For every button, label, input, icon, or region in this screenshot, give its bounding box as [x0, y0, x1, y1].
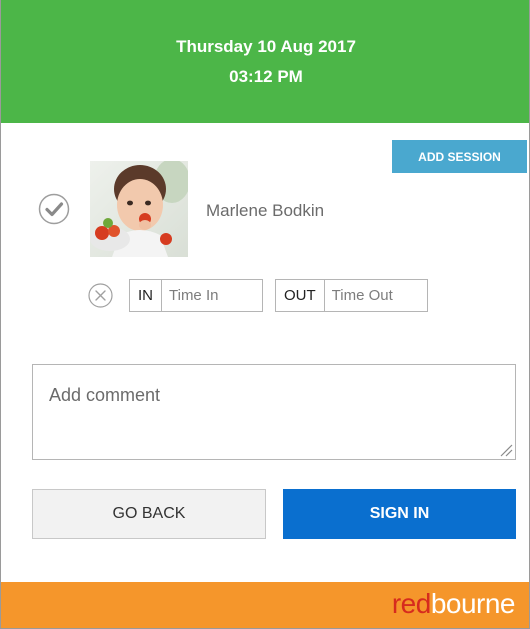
header-bar: Thursday 10 Aug 2017 03:12 PM [1, 0, 529, 123]
time-in-label: IN [130, 280, 162, 311]
header-date: Thursday 10 Aug 2017 [176, 37, 356, 56]
comment-field[interactable] [32, 364, 516, 460]
time-out-label: OUT [276, 280, 325, 311]
go-back-button[interactable]: GO BACK [32, 489, 266, 539]
sign-in-panel: Thursday 10 Aug 2017 03:12 PM ADD SESSIO… [0, 0, 530, 629]
header-time: 03:12 PM [229, 67, 303, 86]
resize-handle-icon[interactable] [499, 443, 513, 457]
add-session-button[interactable]: ADD SESSION [392, 140, 527, 173]
redbourne-logo: redbourne [391, 588, 516, 620]
time-in-group: IN [129, 279, 263, 312]
footer-bar: redbourne [1, 582, 529, 628]
time-out-group: OUT [275, 279, 428, 312]
x-circle-icon[interactable] [88, 283, 113, 308]
time-out-input[interactable] [324, 280, 427, 311]
logo-red-part: red [391, 588, 431, 619]
time-in-input[interactable] [162, 280, 262, 311]
check-circle-icon[interactable] [38, 193, 70, 225]
child-name: Marlene Bodkin [206, 201, 325, 220]
logo-white-part: bourne [430, 588, 516, 619]
child-avatar [90, 161, 188, 257]
sign-in-button[interactable]: SIGN IN [283, 489, 516, 539]
